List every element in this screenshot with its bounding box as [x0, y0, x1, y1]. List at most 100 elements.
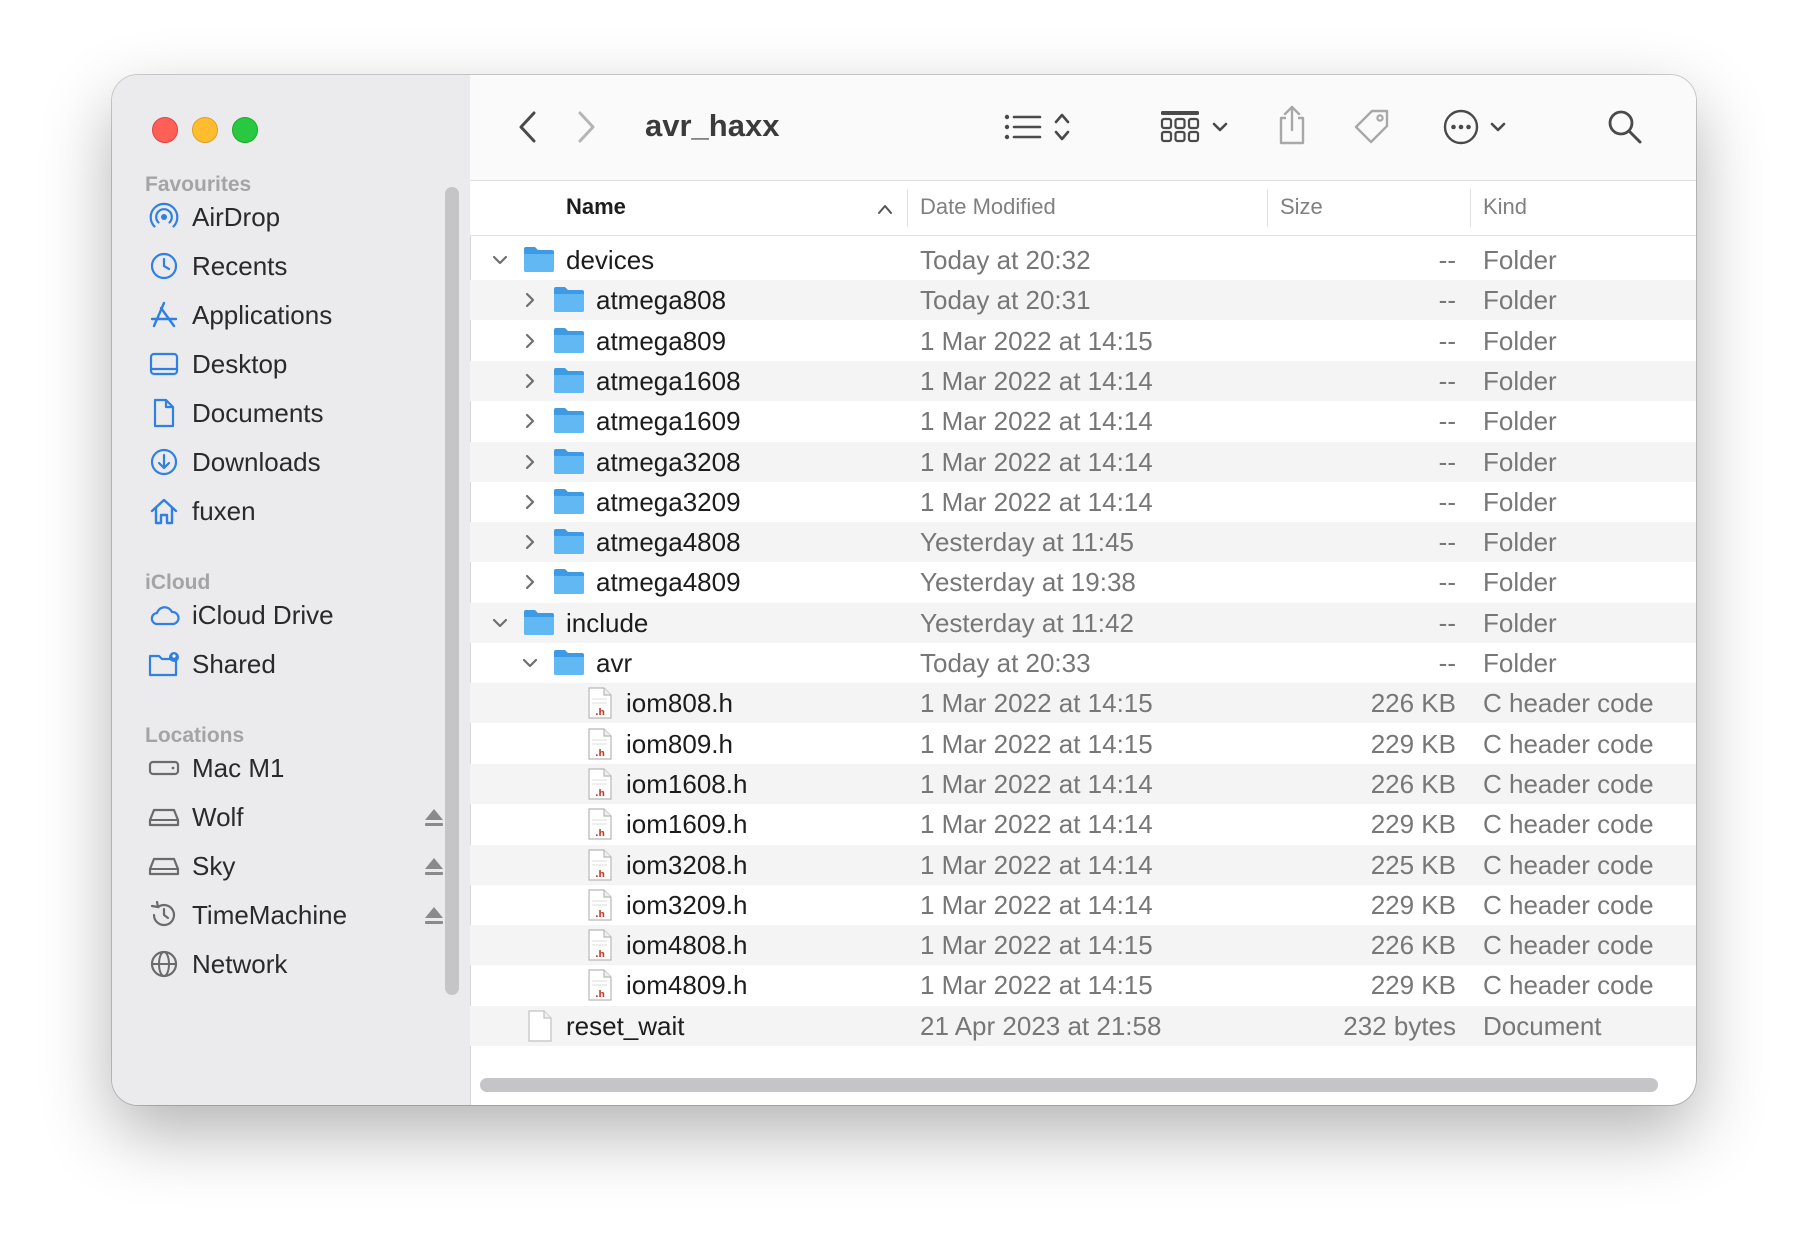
- sidebar-item-mac-m1[interactable]: Mac M1: [148, 746, 448, 790]
- sort-ascending-icon: [878, 205, 892, 214]
- folder-icon: [552, 405, 586, 440]
- file-row[interactable]: .h iom3209.h 1 Mar 2022 at 14:14 229 KB C he…: [470, 885, 1696, 925]
- sidebar-item-downloads[interactable]: Downloads: [148, 440, 448, 484]
- disclosure-chevron-right-icon[interactable]: [520, 572, 540, 592]
- view-options-button[interactable]: [1000, 107, 1076, 147]
- file-name: iom1609.h: [626, 809, 748, 839]
- sidebar-item-label: Mac M1: [192, 752, 285, 783]
- eject-icon[interactable]: [422, 854, 446, 878]
- disclosure-chevron-down-icon[interactable]: [520, 653, 540, 673]
- sidebar-item-timemachine[interactable]: TimeMachine: [148, 893, 448, 937]
- file-size: 229 KB: [1370, 890, 1456, 920]
- search-button[interactable]: [1605, 107, 1645, 147]
- file-row[interactable]: include Yesterday at 11:42 -- Folder: [470, 603, 1696, 643]
- disclosure-chevron-right-icon[interactable]: [520, 331, 540, 351]
- file-date-modified: Yesterday at 11:42: [920, 608, 1134, 638]
- sidebar-section-heading: Favourites: [145, 173, 252, 196]
- disclosure-chevron-down-icon[interactable]: [490, 613, 510, 633]
- sidebar-item-applications[interactable]: Applications: [148, 293, 448, 337]
- column-separator[interactable]: [1267, 189, 1268, 227]
- file-date-modified: 1 Mar 2022 at 14:15: [920, 970, 1153, 1000]
- sidebar-scrollbar[interactable]: [445, 187, 459, 995]
- file-kind: C header code: [1483, 769, 1654, 799]
- back-button[interactable]: [508, 107, 548, 147]
- file-size: --: [1438, 567, 1456, 597]
- sidebar-item-label: Downloads: [192, 446, 321, 477]
- column-header-date-modified[interactable]: Date Modified: [920, 194, 1056, 220]
- list-view-icon: [1004, 114, 1042, 140]
- tags-button[interactable]: [1350, 105, 1394, 149]
- disclosure-chevron-down-icon[interactable]: [490, 250, 510, 270]
- column-separator[interactable]: [907, 189, 908, 227]
- column-header-size[interactable]: Size: [1280, 194, 1323, 220]
- group-button[interactable]: [1154, 107, 1234, 147]
- c-header-file-icon: .h: [587, 728, 613, 765]
- file-row[interactable]: .h iom4809.h 1 Mar 2022 at 14:15 229 KB C he…: [470, 965, 1696, 1005]
- disclosure-chevron-right-icon[interactable]: [520, 532, 540, 552]
- minimize-window-button[interactable]: [192, 117, 218, 143]
- file-kind: C header code: [1483, 688, 1654, 718]
- file-date-modified: 1 Mar 2022 at 14:14: [920, 487, 1153, 517]
- eject-icon[interactable]: [422, 903, 446, 927]
- action-menu-button[interactable]: [1438, 107, 1512, 147]
- c-header-file-icon: .h: [587, 929, 613, 966]
- disclosure-chevron-right-icon[interactable]: [520, 492, 540, 512]
- disclosure-chevron-right-icon[interactable]: [520, 452, 540, 472]
- sidebar-item-sky[interactable]: Sky: [148, 844, 448, 888]
- file-row[interactable]: atmega1609 1 Mar 2022 at 14:14 -- Folder: [470, 401, 1696, 441]
- file-date-modified: 21 Apr 2023 at 21:58: [920, 1011, 1162, 1041]
- sidebar-item-desktop[interactable]: Desktop: [148, 342, 448, 386]
- file-row[interactable]: atmega3209 1 Mar 2022 at 14:14 -- Folder: [470, 482, 1696, 522]
- disclosure-chevron-right-icon[interactable]: [520, 411, 540, 431]
- file-kind: Folder: [1483, 608, 1557, 638]
- sidebar-item-airdrop[interactable]: AirDrop: [148, 195, 448, 239]
- file-row[interactable]: reset_wait 21 Apr 2023 at 21:58 232 bytes D…: [470, 1006, 1696, 1046]
- sidebar-item-recents[interactable]: Recents: [148, 244, 448, 288]
- sidebar-item-label: Network: [192, 948, 288, 979]
- file-name: reset_wait: [566, 1011, 685, 1041]
- zoom-window-button[interactable]: [232, 117, 258, 143]
- file-row[interactable]: avr Today at 20:33 -- Folder: [470, 643, 1696, 683]
- sidebar-item-network[interactable]: Network: [148, 942, 448, 986]
- file-row[interactable]: .h iom1609.h 1 Mar 2022 at 14:14 229 KB C he…: [470, 804, 1696, 844]
- sidebar-item-label: Recents: [192, 250, 288, 281]
- file-row[interactable]: atmega4808 Yesterday at 11:45 -- Folder: [470, 522, 1696, 562]
- horizontal-scrollbar[interactable]: [480, 1078, 1658, 1092]
- column-header-kind[interactable]: Kind: [1483, 194, 1527, 220]
- file-row[interactable]: atmega1608 1 Mar 2022 at 14:14 -- Folder: [470, 361, 1696, 401]
- column-separator[interactable]: [1470, 189, 1471, 227]
- sidebar-item-icloud-drive[interactable]: iCloud Drive: [148, 593, 448, 637]
- file-date-modified: 1 Mar 2022 at 14:14: [920, 850, 1153, 880]
- file-size: 226 KB: [1370, 769, 1456, 799]
- sidebar-item-wolf[interactable]: Wolf: [148, 795, 448, 839]
- share-button[interactable]: [1272, 103, 1312, 147]
- file-name: iom4808.h: [626, 930, 748, 960]
- sidebar-item-documents[interactable]: Documents: [148, 391, 448, 435]
- file-kind: Folder: [1483, 487, 1557, 517]
- close-window-button[interactable]: [152, 117, 178, 143]
- file-row[interactable]: atmega3208 1 Mar 2022 at 14:14 -- Folder: [470, 442, 1696, 482]
- sidebar-item-shared[interactable]: Shared: [148, 642, 448, 686]
- file-row[interactable]: .h iom3208.h 1 Mar 2022 at 14:14 225 KB C he…: [470, 845, 1696, 885]
- file-row[interactable]: .h iom809.h 1 Mar 2022 at 14:15 229 KB C hea…: [470, 724, 1696, 764]
- file-row[interactable]: devices Today at 20:32 -- Folder: [470, 240, 1696, 280]
- file-row[interactable]: .h iom1608.h 1 Mar 2022 at 14:14 226 KB C he…: [470, 764, 1696, 804]
- sidebar-item-label: TimeMachine: [192, 899, 348, 930]
- file-date-modified: 1 Mar 2022 at 14:15: [920, 930, 1153, 960]
- column-header-name[interactable]: Name: [566, 194, 626, 220]
- eject-icon[interactable]: [422, 805, 446, 829]
- disclosure-chevron-right-icon[interactable]: [520, 290, 540, 310]
- file-row[interactable]: atmega809 1 Mar 2022 at 14:15 -- Folder: [470, 321, 1696, 361]
- forward-button[interactable]: [566, 107, 606, 147]
- file-row[interactable]: atmega4809 Yesterday at 19:38 -- Folder: [470, 562, 1696, 602]
- file-kind: Folder: [1483, 285, 1557, 315]
- airdrop-icon: [148, 201, 180, 233]
- file-kind: Document: [1483, 1011, 1602, 1041]
- sidebar: Favourites AirDrop Recents Applications Desk…: [112, 75, 471, 1105]
- sidebar-item-fuxen[interactable]: fuxen: [148, 489, 448, 533]
- svg-text:.h: .h: [595, 789, 605, 799]
- disclosure-chevron-right-icon[interactable]: [520, 371, 540, 391]
- file-row[interactable]: atmega808 Today at 20:31 -- Folder: [470, 280, 1696, 320]
- file-row[interactable]: .h iom808.h 1 Mar 2022 at 14:15 226 KB C hea…: [470, 683, 1696, 723]
- file-row[interactable]: .h iom4808.h 1 Mar 2022 at 14:15 226 KB C he…: [470, 925, 1696, 965]
